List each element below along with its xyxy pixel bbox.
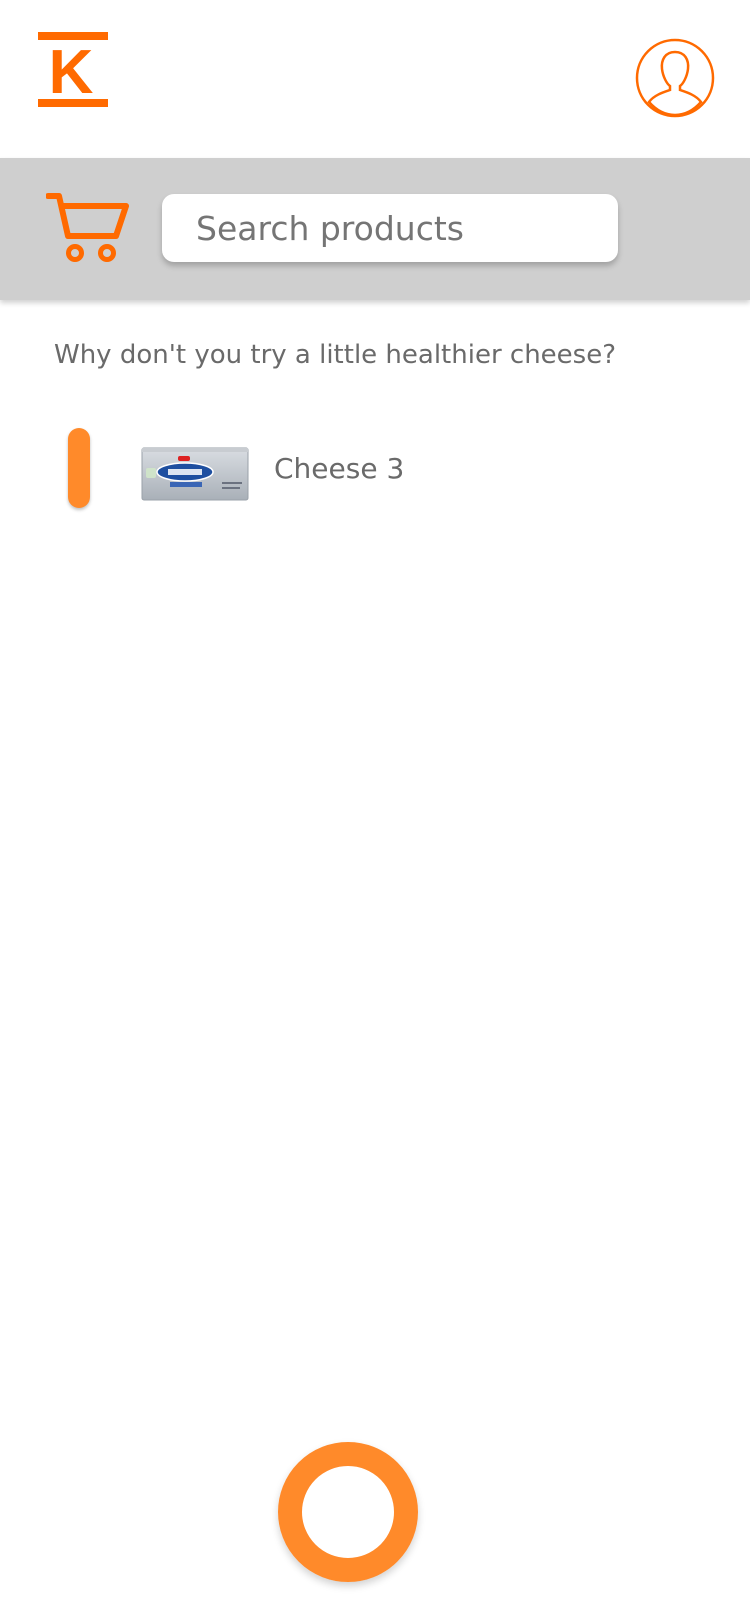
user-profile-icon[interactable] xyxy=(634,37,716,119)
search-box[interactable] xyxy=(162,194,618,262)
k-logo-icon: K xyxy=(38,32,108,107)
svg-text:K: K xyxy=(49,38,94,107)
search-input[interactable] xyxy=(194,207,598,249)
search-bar-band xyxy=(0,158,750,300)
cream-cheese-package-image xyxy=(141,447,249,501)
suggestion-text: Why don't you try a little healthier che… xyxy=(54,340,617,370)
record-button[interactable] xyxy=(278,1442,418,1582)
product-name: Cheese 3 xyxy=(274,452,405,485)
shopping-cart-icon[interactable] xyxy=(46,192,130,264)
top-header: K xyxy=(0,0,750,158)
list-item[interactable]: Cheese 3 xyxy=(60,420,700,520)
app-screen: K Why don't you try a little healthier c… xyxy=(0,0,750,1624)
drag-handle[interactable] xyxy=(68,428,90,508)
